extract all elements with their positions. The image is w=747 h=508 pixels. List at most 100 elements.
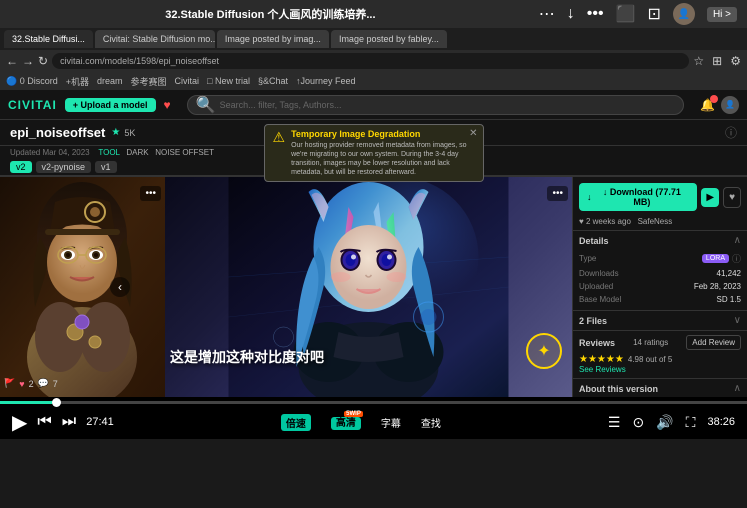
save-time: ♥ 2 weeks ago [579,217,631,226]
subtitle-button[interactable]: 字幕 [381,415,401,430]
player-left-controls: ▶ ⏮ ⏭ 27:41 [12,410,114,435]
tab-2[interactable]: Image posted by imag... [217,30,329,48]
video-player: ▶ ⏮ ⏭ 27:41 倍速 高清 5WIP 字幕 查找 ☰ ⊙ 🔊 ⛶ 38:… [0,397,747,439]
bookmark-icon[interactable]: ⊞ [712,54,722,68]
cast-icon[interactable]: ⬛ [616,4,636,24]
icon-heart[interactable]: ♥ [19,379,24,389]
download-icon[interactable]: ↓ [567,5,575,23]
upload-model-button[interactable]: + Upload a model [65,98,156,112]
fullscreen-button[interactable]: ⛶ [686,414,696,431]
volume-button[interactable]: 🔊 [656,414,673,431]
bookmark-4[interactable]: Civitai [175,76,200,86]
version-v2-tab[interactable]: v2 [10,161,32,173]
play-pause-button[interactable]: ▶ [12,410,27,435]
prev-chapter-button[interactable]: ⏮ [37,413,51,431]
bookmark-1[interactable]: +机器 [66,75,89,88]
pip-icon[interactable]: ⊡ [648,4,661,24]
subtitle-track-button[interactable]: ⊙ [632,414,644,431]
progress-bar[interactable] [0,401,747,404]
rating-row: ★★★★★ 4.98 out of 5 [579,354,741,365]
about-header: About this version ∧ [579,383,741,394]
total-time: 38:26 [707,416,735,428]
bookmark-5[interactable]: □ New trial [207,76,250,86]
add-review-button[interactable]: Add Review [686,335,741,350]
download-label: ↓ Download (77.71 MB) [595,187,690,207]
about-expand-icon[interactable]: ∧ [734,383,741,394]
info-button[interactable]: ⓘ [725,124,737,141]
alert-content: Temporary Image Degradation Our hosting … [291,129,474,177]
alert-title: Temporary Image Degradation [291,129,474,139]
tab-3[interactable]: Image posted by fabley... [331,30,447,48]
quality-label: 高清 [336,418,356,429]
browser-title: 32.Stable Diffusion 个人画风的训练培养... [10,6,531,22]
image-left-menu[interactable]: ••• [140,186,161,201]
bookmark-2[interactable]: dream [97,76,123,86]
save-button[interactable]: ♥ [723,187,741,208]
tab-1[interactable]: Civitai: Stable Diffusion mo... [95,30,215,48]
alert-banner: ⚠ Temporary Image Degradation Our hostin… [264,124,484,182]
tab-active[interactable]: 32.Stable Diffusi... [4,30,93,48]
details-expand-icon[interactable]: ∧ [734,235,741,246]
user-menu[interactable]: 👤 [721,96,739,114]
reviews-count: 14 ratings [633,338,668,347]
base-model-value: SD 1.5 [717,295,741,304]
quality-swip: 5WIP [344,411,363,417]
hi-button[interactable]: Hi > [707,7,737,22]
play-button[interactable]: ▶ [701,188,719,207]
user-avatar[interactable]: 👤 [673,3,695,25]
bookmark-0[interactable]: 🔵 0 Discord [6,76,58,87]
about-section: About this version ∧ 👤 epi_noiseoffset F… [573,378,747,397]
like-count: 2 [29,379,34,389]
civitai-search-bar[interactable]: 🔍 Search... filter, Tags, Authors... [187,95,684,115]
uploaded-label: Uploaded [579,282,613,291]
images-area: ••• 🚩 ♥ 2 💬 7 [0,177,572,397]
settings-icon[interactable]: ⚙ [730,54,741,68]
speed-button[interactable]: 倍速 [281,414,311,431]
civitai-right-icons: 🔔 👤 [700,96,739,114]
noise-offset-tag[interactable]: NOISE OFFSET [155,148,214,157]
next-chapter-button[interactable]: ⏭ [62,413,76,431]
refresh-icon[interactable]: ↻ [38,54,48,68]
title-bar-icons: ⋯ ↓ ••• ⬛ ⊡ 👤 Hi > [539,3,737,25]
quality-button[interactable]: 高清 5WIP [331,417,361,430]
share-icon[interactable]: ⋯ [539,4,555,24]
player-controls: ▶ ⏮ ⏭ 27:41 倍速 高清 5WIP 字幕 查找 ☰ ⊙ 🔊 ⛶ 38:… [0,405,747,439]
forward-icon[interactable]: → [22,54,34,68]
likes-icon: ★ [111,127,120,138]
favorites-icon[interactable]: ♥ [164,98,171,112]
image-right-menu[interactable]: ••• [547,186,568,201]
more-icon[interactable]: ••• [587,5,604,23]
alert-icon: ⚠ [273,129,286,146]
uploaded-value: Feb 28, 2023 [694,282,741,291]
base-model-label: Base Model [579,295,621,304]
alert-body: Our hosting provider removed metadata fr… [291,141,474,177]
lora-badge: LORA [702,254,729,263]
download-area: ↓ ↓ Download (77.71 MB) ▶ ♥ [573,177,747,217]
bookmark-7[interactable]: ↑Journey Feed [296,76,356,86]
civitai-nav-bar: CIVITAI + Upload a model ♥ 🔍 Search... f… [0,90,747,120]
files-expand-icon[interactable]: ∨ [734,315,741,326]
model-name: epi_noiseoffset [10,125,105,140]
dark-tag[interactable]: DARK [126,148,148,157]
download-button[interactable]: ↓ ↓ Download (77.71 MB) [579,183,697,211]
bookmarks-bar: 🔵 0 Discord +机器 dream 参考赛图 Civitai □ New… [0,72,747,90]
icon-flag[interactable]: 🚩 [4,378,15,389]
version-v1-tab[interactable]: v1 [95,161,117,173]
search-in-video-button[interactable]: 查找 [421,415,441,430]
address-bar[interactable]: civitai.com/models/1598/epi_noiseoffset [52,53,689,69]
notification-bell[interactable]: 🔔 [700,98,715,112]
bookmark-3[interactable]: 参考赛图 [131,75,167,88]
prev-image-button[interactable]: ‹ [110,277,130,297]
alert-close-button[interactable]: ✕ [469,128,477,139]
playlist-button[interactable]: ☰ [608,414,621,431]
civitai-logo[interactable]: CIVITAI [8,98,57,112]
see-reviews-link[interactable]: See Reviews [579,365,741,374]
files-section: 2 Files ∨ [573,310,747,330]
type-info-icon[interactable]: ⓘ [732,252,741,265]
back-icon[interactable]: ← [6,54,18,68]
version-pynoise-tab[interactable]: v2-pynoise [36,161,92,173]
extension-icon[interactable]: ☆ [693,54,704,68]
icon-comment[interactable]: 💬 [38,378,49,389]
bookmark-6[interactable]: §&Chat [258,76,288,86]
tool-tag[interactable]: TOOL [98,148,119,157]
